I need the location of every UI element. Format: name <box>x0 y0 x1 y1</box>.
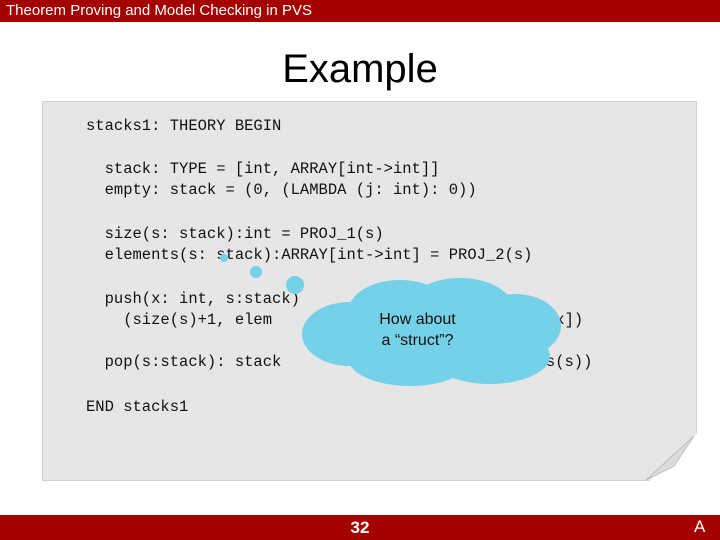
thought-bubble-dots <box>220 254 304 294</box>
callout-line-1: How about <box>379 311 456 328</box>
footer-bar: 32 A <box>0 515 720 540</box>
footer-letter: A <box>694 517 706 536</box>
code-line-pop: pop(s:stack): stack <box>86 353 282 371</box>
callout-text: How about a “struct”? <box>345 309 490 351</box>
page-number: 32 <box>350 518 370 537</box>
code-line-size: size(s: stack):int = PROJ_1(s) <box>86 225 384 243</box>
callout-line-2: a “struct”? <box>381 332 454 349</box>
slide-title: Example <box>282 47 438 91</box>
header-bar: Theorem Proving and Model Checking in PV… <box>0 0 720 22</box>
code-line-empty: empty: stack = (0, (LAMBDA (j: int): 0)) <box>86 181 477 199</box>
page-curl-icon <box>646 432 698 484</box>
code-line-end: END stacks1 <box>86 398 189 416</box>
code-line-push-body: (size(s)+1, elem <box>86 311 273 329</box>
code-line-elements: elements(s: stack):ARRAY[int->int] = PRO… <box>86 246 533 264</box>
code-line-theory: stacks1: THEORY BEGIN <box>86 117 282 135</box>
header-title: Theorem Proving and Model Checking in PV… <box>6 2 312 19</box>
code-line-stack-type: stack: TYPE = [int, ARRAY[int->int]] <box>86 160 440 178</box>
